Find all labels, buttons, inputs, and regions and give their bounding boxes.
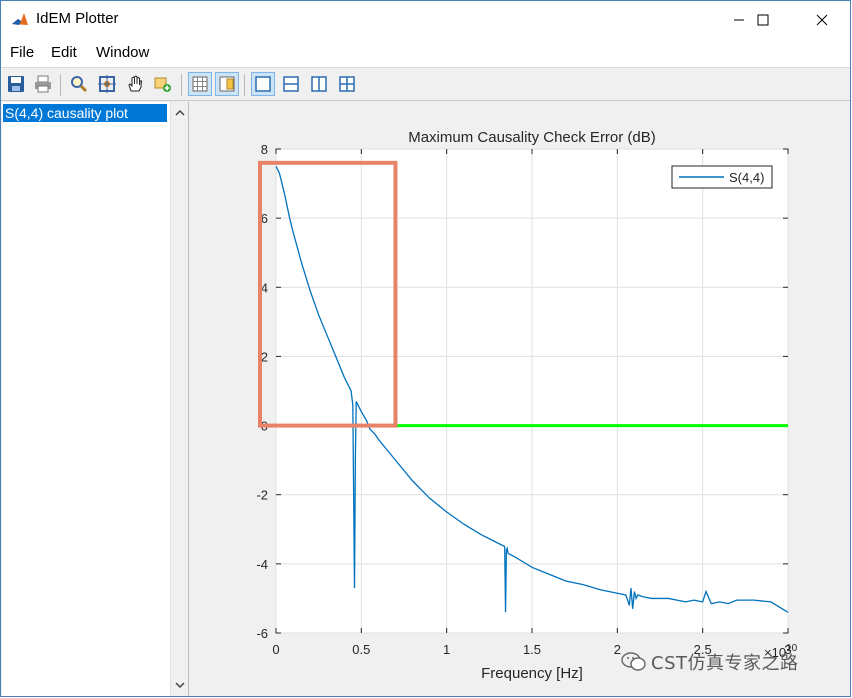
toolbar-separator: [60, 74, 61, 96]
data-cursor-icon: [98, 75, 116, 93]
add-button[interactable]: [151, 72, 175, 96]
print-icon: [35, 75, 51, 93]
layout-single-button[interactable]: [251, 72, 275, 96]
layout-vertical-split-icon: [311, 76, 327, 92]
legend-toggle-button[interactable]: [215, 72, 239, 96]
scroll-down-button[interactable]: [171, 676, 188, 694]
print-button[interactable]: [31, 72, 55, 96]
matlab-app-icon: [10, 10, 30, 30]
x-tick-label: 0.5: [352, 642, 370, 657]
close-button[interactable]: [799, 1, 845, 39]
menu-bar: File Edit Window: [1, 39, 850, 67]
y-tick-label: -4: [256, 557, 268, 572]
layout-vertical-split-button[interactable]: [307, 72, 331, 96]
x-tick-label: 2: [614, 642, 621, 657]
x-axis-label: Frequency [Hz]: [481, 665, 583, 682]
menu-edit[interactable]: Edit: [51, 44, 77, 61]
close-icon: [816, 14, 828, 26]
y-tick-label: -6: [256, 626, 268, 641]
layout-single-icon: [255, 76, 271, 92]
toolbar-separator: [244, 74, 245, 96]
grid-toggle-icon: [192, 76, 208, 92]
save-button[interactable]: [4, 72, 28, 96]
chart-title: Maximum Causality Check Error (dB): [408, 129, 656, 146]
data-cursor-button[interactable]: [95, 72, 119, 96]
plot-area: 0 0.5 1 1.5 2 2.5 3 8 6 4 2 0 -2 -4 -6 Maximum Causali…: [190, 102, 851, 696]
layout-quad-button[interactable]: [335, 72, 359, 96]
layout-horizontal-split-button[interactable]: [279, 72, 303, 96]
watermark-text: CST仿真专家之路: [651, 653, 799, 674]
plot-list-scrollbar[interactable]: [170, 102, 188, 696]
grid-toggle-button[interactable]: [188, 72, 212, 96]
menu-window[interactable]: Window: [96, 44, 149, 61]
zoom-icon: [71, 76, 88, 93]
wechat-icon: [621, 652, 646, 671]
y-tick-label: 8: [261, 142, 268, 157]
maximize-icon: [757, 14, 769, 26]
legend-toggle-icon: [219, 76, 235, 92]
legend[interactable]: S(4,4): [671, 165, 773, 189]
chevron-down-icon: [174, 682, 185, 689]
title-bar: IdEM Plotter: [1, 1, 850, 39]
scroll-up-button[interactable]: [171, 104, 188, 122]
plot-list-panel: S(4,4) causality plot: [2, 102, 189, 696]
y-tick-label: -2: [256, 488, 268, 503]
x-tick-label: 1.5: [523, 642, 541, 657]
pan-hand-icon: [128, 75, 143, 92]
layout-horizontal-split-icon: [283, 76, 299, 92]
toolbar-separator: [181, 74, 182, 96]
chevron-up-icon: [174, 109, 185, 116]
causality-chart[interactable]: 0 0.5 1 1.5 2 2.5 386420-2-4-6 Maximum Causali…: [190, 102, 851, 696]
plot-list-item[interactable]: S(4,4) causality plot: [3, 104, 167, 122]
legend-label-s44: S(4,4): [729, 170, 764, 185]
toolbar: [1, 67, 850, 101]
x-tick-label: 0: [272, 642, 279, 657]
add-icon: [154, 77, 171, 92]
app-window: IdEM Plotter File Edit Window S(4,4) cau…: [0, 0, 851, 697]
pan-button[interactable]: [123, 72, 147, 96]
save-icon: [8, 76, 24, 92]
maximize-button[interactable]: [740, 1, 786, 39]
watermark: CST仿真专家之路: [621, 649, 799, 675]
menu-file[interactable]: File: [10, 44, 34, 61]
layout-quad-icon: [339, 76, 355, 92]
x-tick-label: 1: [443, 642, 450, 657]
zoom-button[interactable]: [67, 72, 91, 96]
window-title: IdEM Plotter: [36, 10, 119, 27]
